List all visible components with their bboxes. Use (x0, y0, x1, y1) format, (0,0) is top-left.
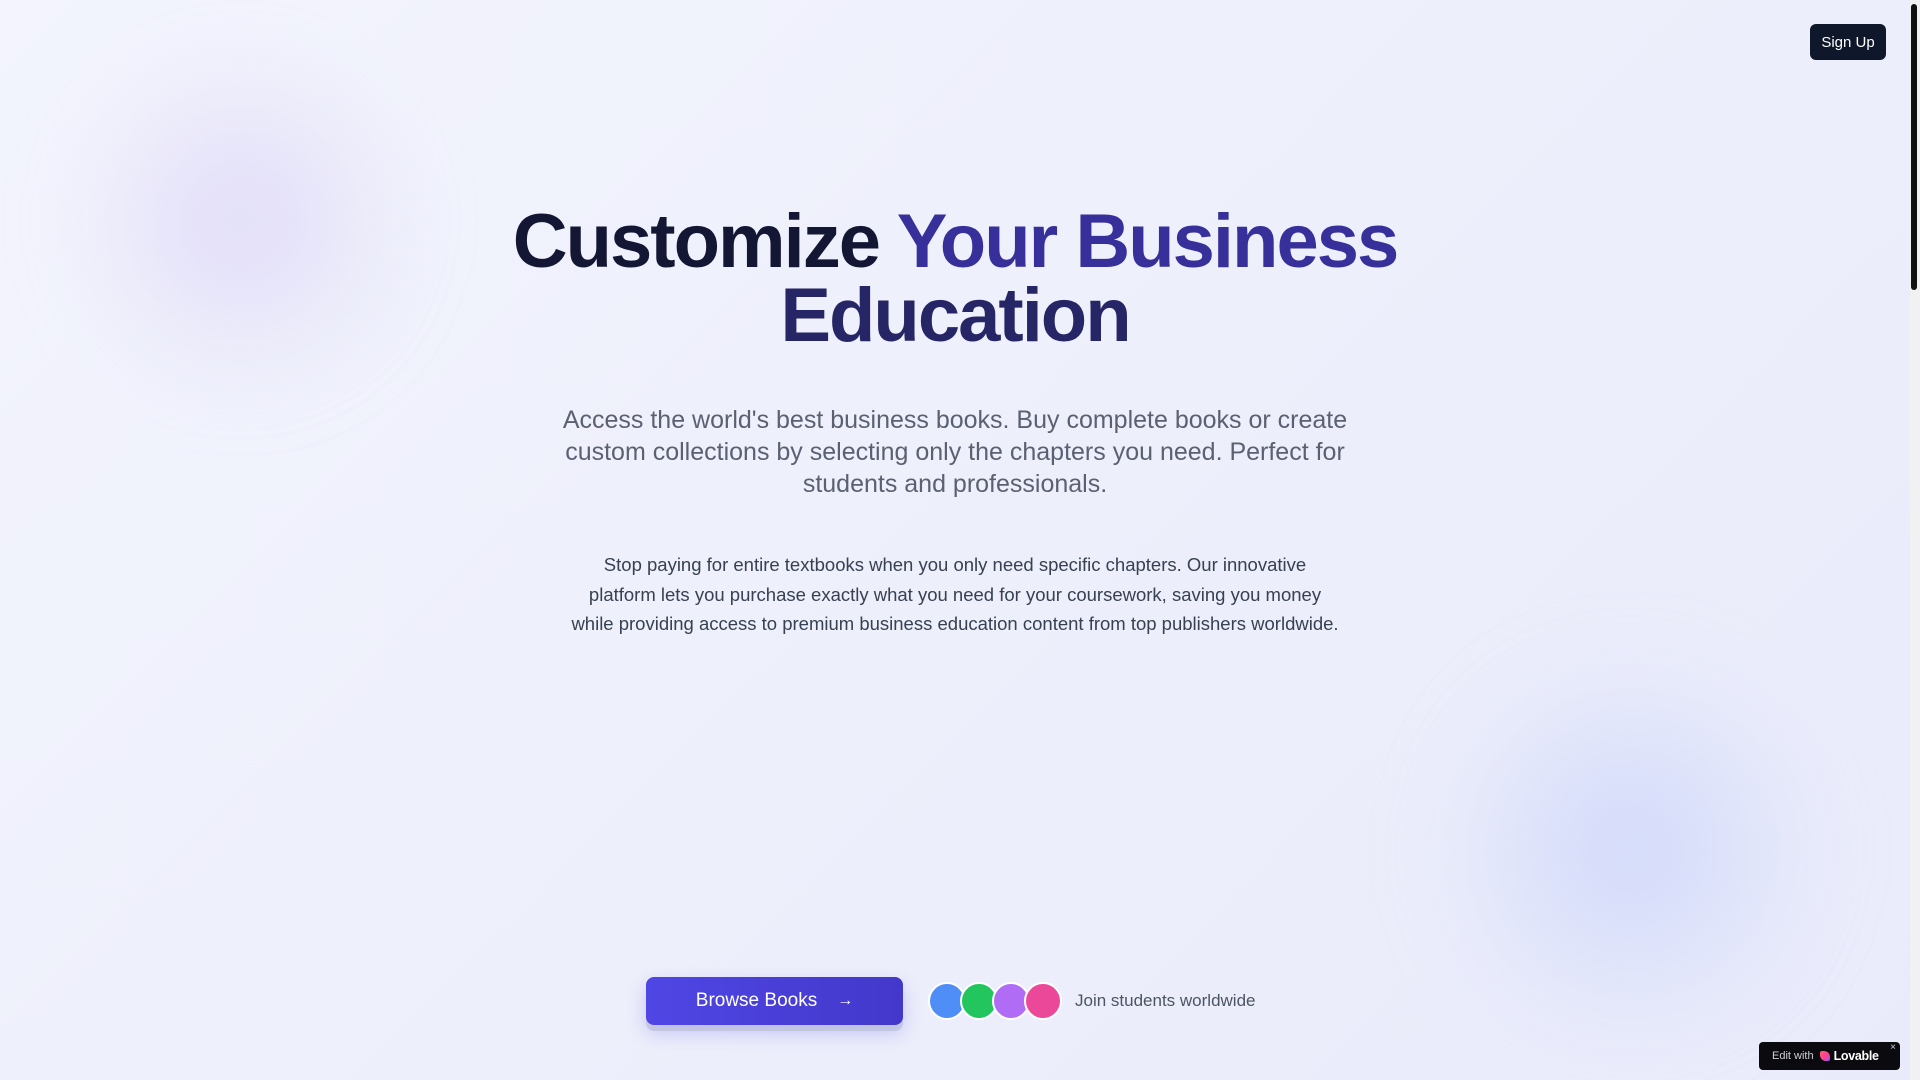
hero-title: Customize Your Business Education (0, 204, 1910, 354)
hero-title-education: Education (780, 273, 1131, 358)
hero-subtitle: Access the world's best business books. … (562, 406, 1348, 498)
hero-title-customize: Customize (512, 199, 881, 284)
avatar-group (928, 982, 1064, 1020)
edit-with-lovable-badge[interactable]: Edit with Lovable × (1759, 1042, 1900, 1070)
browse-books-label: Browse Books (695, 990, 818, 1011)
badge-brand-text: Lovable (1833, 1049, 1879, 1063)
avatar (1024, 982, 1062, 1020)
sign-up-button[interactable]: Sign Up (1810, 24, 1886, 60)
arrow-right-icon: → (837, 992, 854, 1009)
background-blob-bottom-right (1420, 660, 1840, 1040)
close-icon[interactable]: × (1890, 1043, 1896, 1053)
join-students-text: Join students worldwide (1075, 991, 1256, 1010)
scrollbar-thumb[interactable] (1911, 4, 1917, 290)
badge-edit-text: Edit with (1772, 1050, 1814, 1062)
hero-title-your-business: Your Business (896, 199, 1400, 284)
browse-books-button[interactable]: Browse Books → (646, 977, 903, 1025)
lovable-heart-icon (1819, 1051, 1830, 1061)
hero-description: Stop paying for entire textbooks when yo… (571, 554, 1339, 634)
